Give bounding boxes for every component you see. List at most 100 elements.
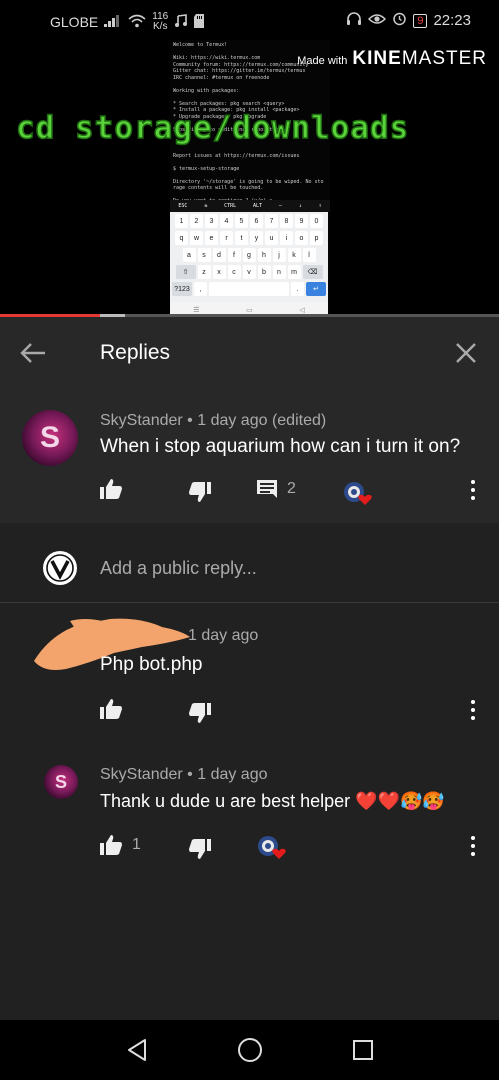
sd-card-icon: [194, 13, 205, 31]
dislike-button[interactable]: [189, 839, 211, 859]
avatar-letter: S: [39, 421, 60, 454]
add-reply-placeholder[interactable]: Add a public reply...: [100, 558, 257, 579]
keyboard-key: v: [242, 265, 256, 279]
keyboard-key: o: [295, 231, 308, 245]
alarm-icon: [392, 11, 407, 30]
dot: [471, 836, 475, 840]
clock-time: 22:23: [433, 12, 471, 29]
net-speed-unit: K/s: [153, 21, 168, 32]
keyboard-row: 1234567890: [172, 214, 326, 228]
reply-count-button[interactable]: 2: [257, 480, 296, 498]
keyboard-key: q: [175, 231, 188, 245]
dislike-button[interactable]: [189, 482, 211, 502]
music-note-icon: [174, 13, 188, 31]
keyboard-key: d: [212, 248, 226, 262]
dot: [471, 488, 475, 492]
creator-heart-icon: [258, 836, 286, 859]
keyboard-key: ↵: [306, 282, 326, 296]
parent-comment: S SkyStander • 1 day ago (edited) When i…: [0, 388, 499, 523]
dot: [471, 852, 475, 856]
watermark-brand-light: MASTER: [401, 48, 487, 69]
like-button[interactable]: [100, 479, 122, 499]
status-bar-right: 9 22:23: [346, 11, 471, 30]
reply-meta: SkyStander • 1 day ago: [100, 766, 268, 784]
keyboard-key: m: [287, 265, 301, 279]
keyboard-key: r: [220, 231, 233, 245]
comment-text: When i stop aquarium how can i turn it o…: [100, 436, 461, 457]
more-options-button[interactable]: [469, 700, 477, 720]
reply-text: Thank u dude u are best helper ❤️❤️🥵🥵: [100, 791, 445, 811]
dot: [471, 716, 475, 720]
keyboard-row: ?123,. ↵: [172, 282, 326, 296]
panel-title: Replies: [100, 341, 171, 364]
keyboard-key: z: [197, 265, 211, 279]
nav-home-button[interactable]: [230, 1030, 270, 1070]
comment-author[interactable]: SkyStander: [100, 412, 183, 429]
keyboard-key: ⇧: [175, 265, 196, 279]
status-bar: GLOBE 116 K/s 9 22:23: [0, 0, 499, 40]
video-player[interactable]: Welcome to Termux! Wiki: https://wiki.te…: [0, 40, 499, 317]
headphones-icon: [346, 11, 362, 30]
add-reply-row[interactable]: Add a public reply...: [0, 523, 499, 603]
more-options-button[interactable]: [469, 836, 477, 856]
terminal-extra-keys: ESC ⇆ CTRL ALT — ↓ ↑: [170, 200, 330, 212]
avatar[interactable]: S: [22, 410, 78, 466]
back-triangle-icon: [127, 1039, 146, 1061]
dot: [471, 480, 475, 484]
close-icon: [456, 343, 476, 363]
dislike-button[interactable]: [189, 703, 211, 723]
nav-recents-button[interactable]: [343, 1030, 383, 1070]
keyboard-key: 4: [220, 214, 233, 228]
keyboard-key: p: [310, 231, 323, 245]
meta-separator: •: [187, 412, 198, 429]
keyboard-key: w: [190, 231, 203, 245]
keyboard-key: x: [212, 265, 226, 279]
home-circle-icon: [237, 1038, 262, 1062]
thumbs-down-icon: [189, 703, 211, 723]
keyboard-key: i: [280, 231, 293, 245]
replies-panel: Replies S SkyStander • 1 day ago (edited…: [0, 317, 499, 1020]
terminal-key: ↑: [318, 203, 322, 209]
battery-icon: 9: [413, 13, 428, 28]
close-button[interactable]: [447, 334, 485, 372]
keyboard-key: 7: [265, 214, 278, 228]
reply-author[interactable]: SkyStander: [100, 766, 183, 783]
creator-heart-badge: [257, 835, 286, 859]
reply-text: Php bot.php: [100, 654, 203, 675]
keyboard-key: .: [291, 282, 304, 296]
dot: [471, 844, 475, 848]
terminal-key: ↓: [298, 203, 302, 209]
reply-time: 1 day ago: [188, 627, 259, 644]
reply-meta: 1 day ago: [188, 627, 258, 645]
thumbs-down-icon: [189, 839, 211, 859]
comment-meta: SkyStander • 1 day ago (edited): [100, 412, 326, 430]
keyboard-key: ?123: [172, 282, 192, 296]
terminal-key: ⇆: [204, 203, 208, 209]
comment-icon: [257, 480, 277, 498]
comment-time: 1 day ago (edited): [197, 412, 327, 429]
like-button[interactable]: 1: [100, 835, 141, 855]
eye-icon: [368, 12, 387, 30]
avatar-letter: S: [54, 771, 67, 792]
keyboard-key: n: [272, 265, 286, 279]
keyboard-key: 1: [175, 214, 188, 228]
back-button[interactable]: [14, 334, 52, 372]
back-triangle-icon: ◁: [299, 306, 305, 314]
keyboard-key: b: [257, 265, 271, 279]
onscreen-keyboard: 1 2 3 4 5 6 7 8 9 0 q w e r t y u i o p a s d f g h j k l ⇧ z x c v b n m ⌫ ?1…: [170, 212, 328, 302]
watermark-brand-bold: KINE: [352, 48, 402, 69]
keyboard-key: k: [287, 248, 301, 262]
nav-back-button[interactable]: [117, 1030, 157, 1070]
keyboard-key: f: [227, 248, 241, 262]
keyboard-key: h: [257, 248, 271, 262]
status-bar-left: GLOBE 116 K/s: [50, 12, 205, 32]
more-options-button[interactable]: [469, 480, 477, 500]
keyboard-row: qwertyuiop: [172, 231, 326, 245]
net-speed: 116 K/s: [152, 12, 168, 32]
thumbs-up-icon: [100, 835, 122, 855]
avatar[interactable]: S: [44, 765, 78, 799]
like-button[interactable]: [100, 699, 122, 719]
keyboard-key: e: [205, 231, 218, 245]
menu-icon: ☰: [193, 306, 200, 314]
keyboard-key: s: [197, 248, 211, 262]
